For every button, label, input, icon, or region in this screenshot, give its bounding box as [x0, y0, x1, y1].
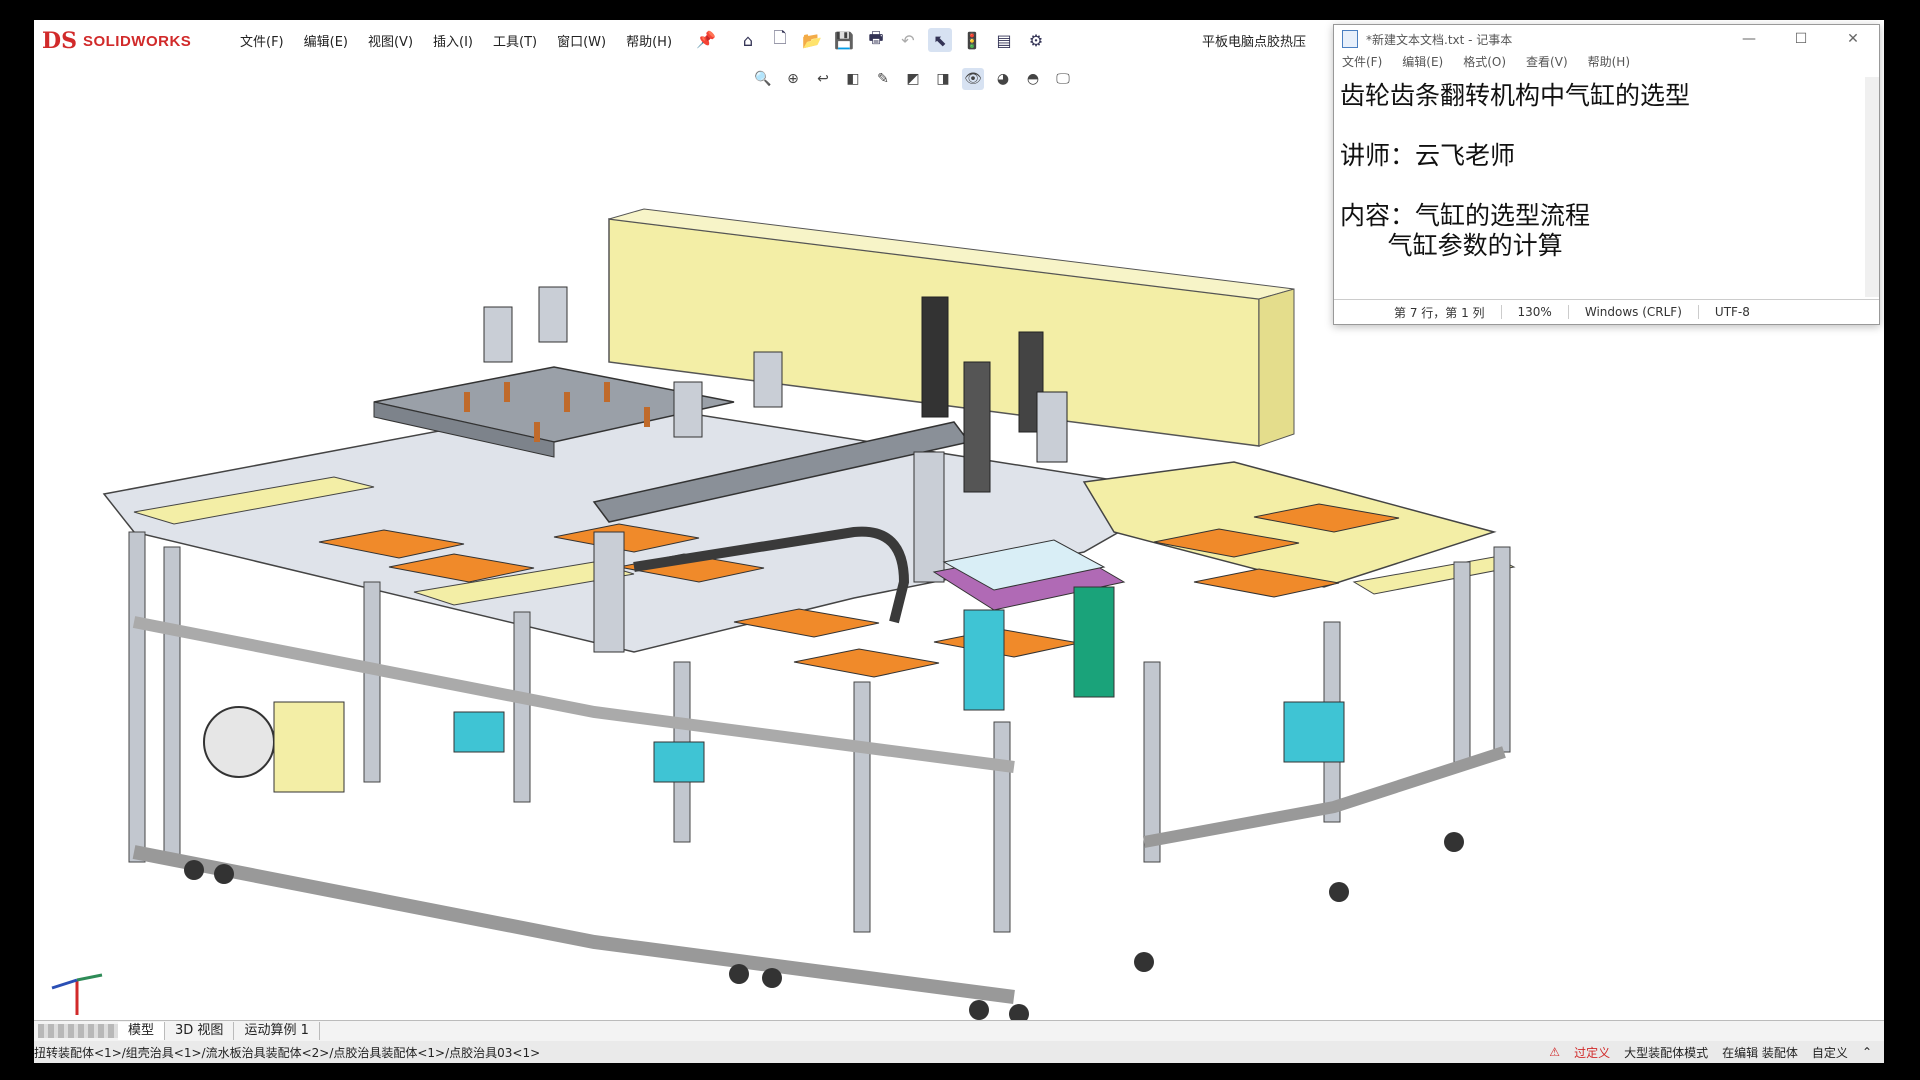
- np-menu-view[interactable]: 查看(V): [1526, 53, 1568, 75]
- status-bar: 扭转装配体<1>/组壳治具<1>/流水板治具装配体<2>/点胶治具装配体<1>/…: [34, 1041, 1884, 1063]
- zoom-to-area-icon[interactable]: ⊕: [782, 68, 804, 90]
- text-line: 内容：气缸的选型流程: [1340, 201, 1591, 230]
- status-units[interactable]: 自定义: [1812, 1044, 1848, 1061]
- select-pointer-icon[interactable]: ⬉: [928, 28, 952, 52]
- maximize-icon[interactable]: ☐: [1775, 25, 1827, 53]
- solidworks-logo-text: SOLIDWORKS: [82, 32, 192, 50]
- zoom-to-fit-icon[interactable]: 🔍: [752, 68, 774, 90]
- text-line: 齿轮齿条翻转机构中气缸的选型: [1340, 81, 1691, 110]
- dynamic-annotation-icon[interactable]: ✎: [872, 68, 894, 90]
- open-folder-icon[interactable]: 📂: [800, 28, 824, 52]
- ds-logo-mark: DS: [42, 28, 77, 54]
- home-icon[interactable]: ⌂: [736, 28, 760, 52]
- notepad-menu: 文件(F) 编辑(E) 格式(O) 查看(V) 帮助(H): [1334, 53, 1879, 75]
- menu-view[interactable]: 视图(V): [368, 31, 413, 50]
- view-settings-icon[interactable]: 🖵: [1052, 68, 1074, 90]
- status-line-ending: Windows (CRLF): [1567, 305, 1698, 319]
- notepad-window[interactable]: *新建文本文档.txt - 记事本 — ☐ ✕ 文件(F) 编辑(E) 格式(O…: [1333, 24, 1880, 325]
- np-menu-edit[interactable]: 编辑(E): [1402, 53, 1443, 75]
- menu-edit[interactable]: 编辑(E): [304, 31, 348, 50]
- np-menu-format[interactable]: 格式(O): [1463, 53, 1506, 75]
- standard-toolbar: ⌂ 🗋 📂 💾 🖶 ↶ ⬉ 🚦 ▤ ⚙: [736, 28, 1048, 52]
- display-style-icon[interactable]: ◨: [932, 68, 954, 90]
- status-line-col: 第 7 行，第 1 列: [1394, 305, 1485, 320]
- coordinate-triad-icon: [51, 973, 103, 1015]
- menu-tools[interactable]: 工具(T): [493, 31, 537, 50]
- tab-model[interactable]: 模型: [118, 1022, 166, 1040]
- traffic-light-icon[interactable]: 🚦: [960, 28, 984, 52]
- casters: [184, 832, 1464, 1024]
- solidworks-logo[interactable]: DS SOLIDWORKS: [42, 26, 238, 56]
- notepad-icon: [1342, 30, 1358, 48]
- print-icon[interactable]: 🖶: [864, 28, 888, 52]
- status-encoding: UTF-8: [1697, 305, 1766, 319]
- status-mode: 大型装配体模式: [1624, 1045, 1709, 1060]
- main-menu: 文件(F) 编辑(E) 视图(V) 插入(I) 工具(T) 窗口(W) 帮助(H…: [240, 31, 672, 50]
- menu-insert[interactable]: 插入(I): [433, 31, 473, 50]
- status-editing: 在编辑 装配体: [1722, 1045, 1798, 1060]
- status-warning-text[interactable]: 过定义: [1574, 1044, 1610, 1061]
- apply-scene-icon[interactable]: ◓: [1022, 68, 1044, 90]
- tab-motion-study[interactable]: 运动算例 1: [234, 1022, 320, 1040]
- save-icon[interactable]: 💾: [832, 28, 856, 52]
- notepad-status-bar: 第 7 行，第 1 列 130% Windows (CRLF) UTF-8: [1334, 299, 1879, 324]
- text-line: 讲师：云飞老师: [1340, 141, 1516, 170]
- text-line: 气缸参数的计算: [1340, 231, 1563, 260]
- view-orientation-icon[interactable]: ◩: [902, 68, 924, 90]
- menu-window[interactable]: 窗口(W): [557, 31, 606, 50]
- undo-icon[interactable]: ↶: [896, 28, 920, 52]
- status-right: ⚠ 过定义 大型装配体模式 在编辑 装配体 自定义 ⌃: [1549, 1044, 1884, 1061]
- section-view-icon[interactable]: ◧: [842, 68, 864, 90]
- left-table-top: [102, 399, 1192, 653]
- options-gear-icon[interactable]: ⚙: [1024, 28, 1048, 52]
- close-icon[interactable]: ✕: [1827, 25, 1879, 53]
- np-menu-file[interactable]: 文件(F): [1342, 53, 1382, 75]
- tab-3d-views[interactable]: 3D 视图: [165, 1022, 235, 1040]
- status-zoom: 130%: [1500, 305, 1568, 319]
- pin-icon[interactable]: 📌: [696, 30, 716, 49]
- tab-scroll-arrows[interactable]: [38, 1024, 118, 1038]
- chevron-up-icon[interactable]: ⌃: [1862, 1045, 1872, 1059]
- notepad-text-area[interactable]: 齿轮齿条翻转机构中气缸的选型 讲师：云飞老师 内容：气缸的选型流程 气缸参数的计…: [1334, 77, 1862, 297]
- status-component-path: 扭转装配体<1>/组壳治具<1>/流水板治具装配体<2>/点胶治具装配体<1>/…: [34, 1045, 541, 1060]
- previous-view-icon[interactable]: ↩: [812, 68, 834, 90]
- notepad-title: *新建文本文档.txt - 记事本: [1366, 32, 1513, 47]
- minimize-icon[interactable]: —: [1723, 25, 1775, 53]
- conveyor-motor: [203, 706, 275, 778]
- new-document-icon[interactable]: 🗋: [768, 28, 792, 52]
- hide-show-items-icon[interactable]: 👁: [962, 68, 984, 90]
- vertical-scrollbar[interactable]: [1865, 77, 1879, 297]
- window-controls: — ☐ ✕: [1723, 25, 1879, 53]
- menu-file[interactable]: 文件(F): [240, 31, 284, 50]
- bottom-tab-bar: 模型 3D 视图 运动算例 1: [34, 1020, 1884, 1041]
- edit-appearance-icon[interactable]: ◕: [992, 68, 1014, 90]
- file-properties-icon[interactable]: ▤: [992, 28, 1016, 52]
- np-menu-help[interactable]: 帮助(H): [1588, 53, 1630, 75]
- menu-help[interactable]: 帮助(H): [626, 31, 672, 50]
- text-line: [1340, 171, 1856, 201]
- text-line: [1340, 111, 1856, 141]
- heads-up-view-toolbar: 🔍 ⊕ ↩ ◧ ✎ ◩ ◨ 👁 ◕ ◓ 🖵: [752, 68, 1074, 90]
- status-warning-icon[interactable]: ⚠: [1549, 1045, 1560, 1059]
